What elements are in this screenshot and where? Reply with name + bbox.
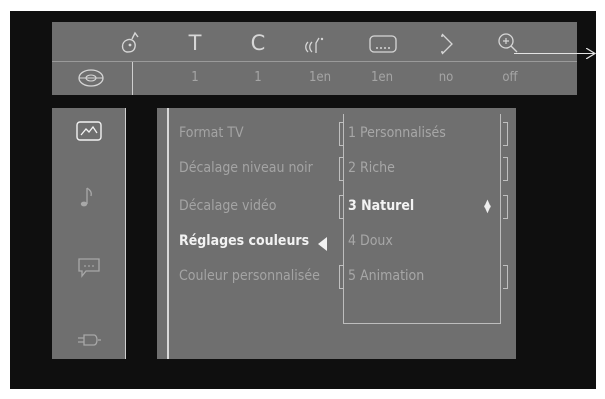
option-doux[interactable]: 4 Doux [348,230,393,252]
sound-mode-icon[interactable] [302,30,330,56]
option-naturel[interactable]: 3 Naturel [348,195,414,217]
angle-icon[interactable] [432,30,460,56]
title-icon[interactable]: T [181,30,209,56]
video-settings-panel: Format TV Décalage niveau noir Décalage … [157,108,516,359]
bracket [503,195,508,219]
options-list-frame [343,114,501,324]
option-personnalises[interactable]: 1 Personnalisés [348,122,446,144]
title-value: 1 [191,70,199,85]
side-menu-divider [125,108,126,359]
disc-icon[interactable] [76,66,106,90]
bracket [339,122,344,146]
left-arrow-icon [318,237,327,251]
panel-divider [167,108,169,359]
up-down-icon: ▲ ▼ [484,198,491,215]
status-bar-vertical-divider [132,62,133,95]
setting-custom-color[interactable]: Couleur personnalisée [179,265,320,287]
setting-video-shift[interactable]: Décalage vidéo [179,195,276,217]
setting-black-level[interactable]: Décalage niveau noir [179,157,313,179]
bracket [339,157,344,181]
bracket [339,195,344,219]
option-riche[interactable]: 2 Riche [348,157,395,179]
plug-icon[interactable] [74,327,104,353]
bracket [503,122,508,146]
bracket [503,265,508,289]
subtitle-bubble-icon[interactable] [74,254,104,280]
setting-color-settings[interactable]: Réglages couleurs [179,230,309,252]
zoom-value: off [502,70,518,85]
side-menu [52,108,126,359]
setting-format-tv[interactable]: Format TV [179,122,244,144]
subtitle-icon[interactable] [367,30,397,56]
music-note-icon[interactable] [74,184,104,210]
bracket [339,265,344,289]
angle-value: no [438,70,454,85]
chapter-value: 1 [254,70,262,85]
status-bar-divider [52,61,577,62]
audio-value: 1en [308,70,332,85]
picture-icon[interactable] [74,118,104,144]
status-bar-arrow [514,48,596,59]
status-bar: T C 1 1 1en 1en no off [52,22,596,95]
option-animation[interactable]: 5 Animation [348,265,424,287]
bracket [503,157,508,181]
subtitle-value: 1en [370,70,394,85]
audio-icon[interactable] [118,30,146,56]
chapter-icon[interactable]: C [244,30,272,56]
